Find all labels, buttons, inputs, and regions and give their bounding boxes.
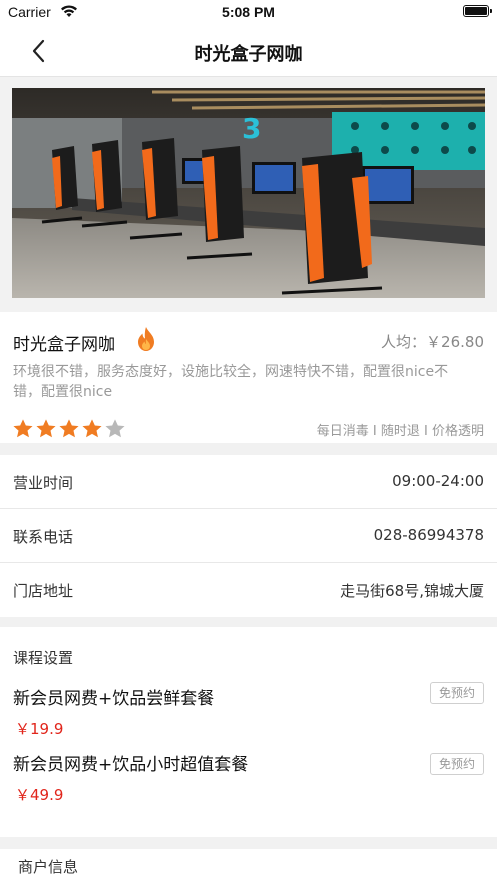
phone-label: 联系电话 bbox=[13, 528, 74, 546]
navigation-bar: 时光盒子网咖 bbox=[0, 26, 497, 77]
address-value[interactable]: 走马街68号,锦城大厦 bbox=[340, 580, 484, 601]
star-icon bbox=[36, 419, 56, 438]
no-reservation-badge[interactable]: 免预约 bbox=[430, 753, 484, 775]
battery-icon bbox=[463, 5, 492, 17]
merchant-info-title: 商户信息 bbox=[18, 858, 79, 876]
phone-value[interactable]: 028-86994378 bbox=[374, 526, 484, 544]
package-price: ￥49.9 bbox=[15, 786, 64, 804]
section-divider bbox=[0, 443, 497, 455]
section-divider bbox=[0, 837, 497, 849]
rating-stars bbox=[12, 418, 126, 440]
address-label: 门店地址 bbox=[13, 582, 74, 600]
service-tags: 每日消毒 I 随时退 I 价格透明 bbox=[316, 424, 484, 439]
svg-text:3: 3 bbox=[242, 112, 261, 145]
shop-photo[interactable]: 3 bbox=[12, 88, 485, 298]
package-price: ￥19.9 bbox=[15, 720, 64, 738]
course-section-title: 课程设置 bbox=[13, 649, 74, 667]
hours-label: 营业时间 bbox=[13, 474, 74, 492]
average-price: 人均：￥26.80 bbox=[381, 333, 484, 351]
page-title: 时光盒子网咖 bbox=[194, 44, 303, 65]
star-icon bbox=[13, 419, 33, 438]
fire-icon bbox=[138, 327, 154, 351]
package-name[interactable]: 新会员网费+饮品小时超值套餐 bbox=[13, 750, 248, 775]
address-row[interactable]: 门店地址 走马街68号,锦城大厦 bbox=[0, 563, 497, 617]
merchant-info-section: 商户信息 bbox=[0, 849, 497, 883]
star-icon bbox=[105, 419, 125, 438]
shop-name: 时光盒子网咖 bbox=[13, 335, 115, 355]
section-divider bbox=[0, 617, 497, 627]
clock: 5:08 PM bbox=[222, 4, 275, 20]
package-name[interactable]: 新会员网费+饮品尝鲜套餐 bbox=[13, 684, 214, 709]
hours-value: 09:00-24:00 bbox=[392, 472, 484, 490]
star-icon bbox=[82, 419, 102, 438]
shop-info-section: 时光盒子网咖 人均：￥26.80 环境很不错，服务态度好，设施比较全，网速特快不… bbox=[0, 312, 497, 443]
phone-row[interactable]: 联系电话 028-86994378 bbox=[0, 509, 497, 563]
course-section: 课程设置 新会员网费+饮品尝鲜套餐 免预约 ￥19.9 新会员网费+饮品小时超值… bbox=[0, 627, 497, 837]
shop-description: 环境很不错，服务态度好，设施比较全，网速特快不错，配置很nice不错，配置很ni… bbox=[13, 364, 449, 400]
hero-banner: 3 bbox=[0, 77, 497, 312]
hours-row: 营业时间 09:00-24:00 bbox=[0, 455, 497, 509]
star-icon bbox=[59, 419, 79, 438]
no-reservation-badge[interactable]: 免预约 bbox=[430, 682, 484, 704]
status-bar: Carrier 5:08 PM bbox=[0, 0, 497, 26]
